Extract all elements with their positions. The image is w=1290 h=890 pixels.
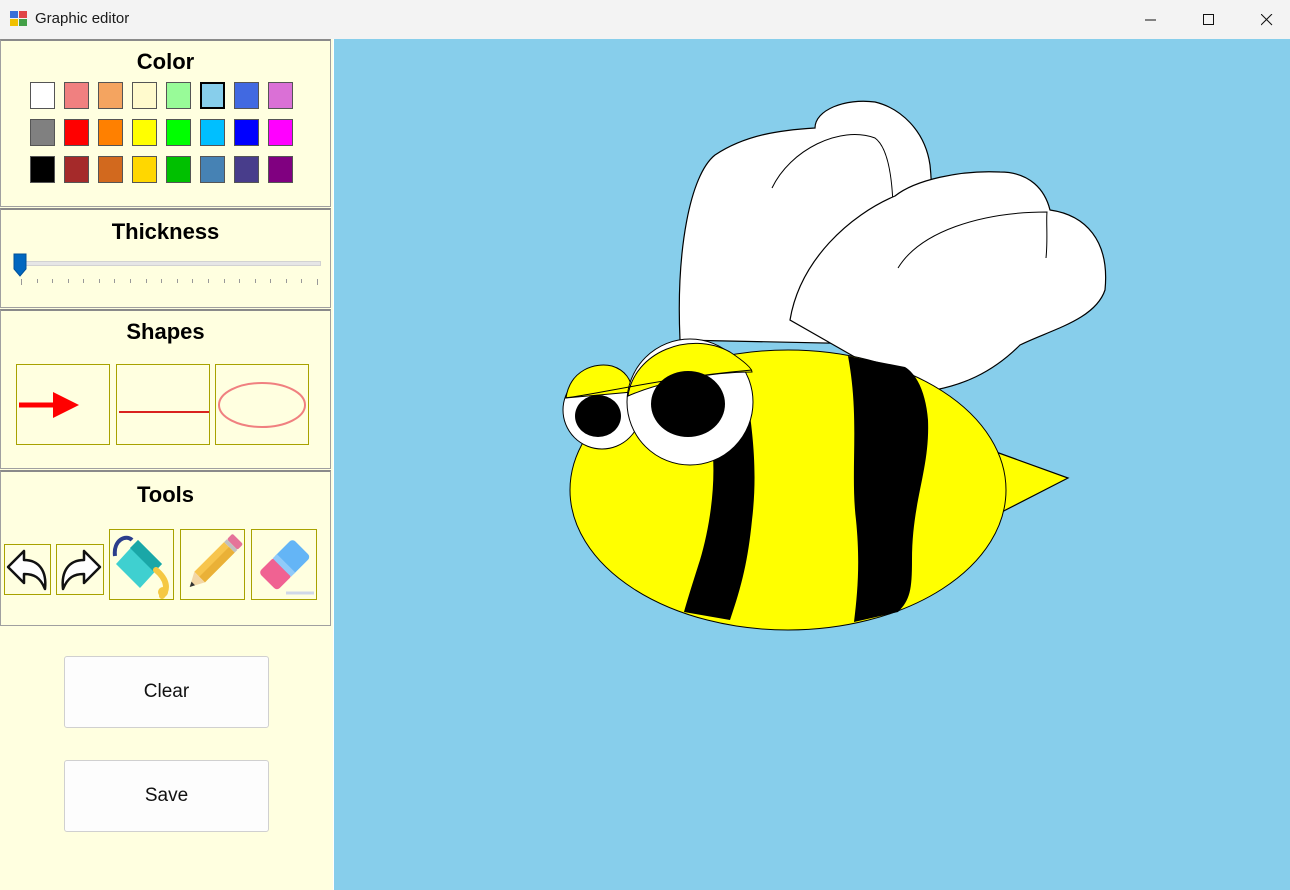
slider-tick xyxy=(52,279,53,283)
redo-icon xyxy=(61,549,102,591)
slider-tick xyxy=(239,279,240,283)
pencil-icon xyxy=(189,534,243,587)
color-swatch[interactable] xyxy=(200,82,225,109)
color-swatch[interactable] xyxy=(132,119,157,146)
color-swatch[interactable] xyxy=(234,119,259,146)
slider-tick xyxy=(83,279,84,283)
line-shape-icon xyxy=(119,411,209,413)
title-bar: Graphic editor xyxy=(0,0,1290,39)
shapes-group-title: Shapes xyxy=(126,319,205,344)
color-swatch[interactable] xyxy=(200,156,225,183)
eraser-tool-button[interactable] xyxy=(251,529,317,600)
color-swatch[interactable] xyxy=(64,119,89,146)
color-swatch[interactable] xyxy=(64,82,89,109)
eraser-icon xyxy=(260,540,314,595)
minimize-icon xyxy=(1145,19,1156,20)
slider-tick xyxy=(21,279,22,285)
slider-tick xyxy=(255,279,256,283)
ellipse-shape-button[interactable] xyxy=(215,364,309,445)
slider-tick xyxy=(146,279,147,283)
color-group-title: Color xyxy=(136,49,195,74)
slider-tick xyxy=(68,279,69,283)
color-swatch[interactable] xyxy=(268,82,293,109)
color-swatch[interactable] xyxy=(268,119,293,146)
color-swatch[interactable] xyxy=(30,156,55,183)
undo-button[interactable] xyxy=(4,544,51,595)
line-shape-button[interactable] xyxy=(116,364,210,445)
thickness-slider[interactable] xyxy=(19,261,321,266)
thickness-group: Thickness xyxy=(0,208,331,308)
maximize-icon xyxy=(1203,13,1214,25)
slider-tick xyxy=(99,279,100,283)
window-title: Graphic editor xyxy=(35,10,130,27)
arrow-shape-button[interactable] xyxy=(16,364,110,445)
color-swatch[interactable] xyxy=(30,119,55,146)
color-swatch[interactable] xyxy=(166,119,191,146)
ellipse-shape-icon xyxy=(218,382,306,428)
slider-tick xyxy=(208,279,209,283)
color-swatch[interactable] xyxy=(234,82,259,109)
slider-tick xyxy=(177,279,178,283)
color-swatch[interactable] xyxy=(132,82,157,109)
slider-tick xyxy=(270,279,271,283)
minimize-button[interactable] xyxy=(1122,0,1180,39)
color-swatch[interactable] xyxy=(132,156,157,183)
color-swatch[interactable] xyxy=(234,156,259,183)
close-icon xyxy=(1261,13,1273,25)
thickness-group-title: Thickness xyxy=(111,219,220,244)
app-icon xyxy=(10,11,27,26)
tool-panel: Color Thickness Shapes Tools Clear Save xyxy=(0,39,333,890)
color-group: Color xyxy=(0,39,331,207)
color-swatch[interactable] xyxy=(268,156,293,183)
color-swatch[interactable] xyxy=(98,156,123,183)
arrow-shape-icon xyxy=(19,392,79,418)
redo-button[interactable] xyxy=(56,544,104,595)
close-button[interactable] xyxy=(1238,0,1290,39)
paint-bucket-icon xyxy=(112,535,169,599)
tools-group-title: Tools xyxy=(136,482,195,507)
pencil-tool-button[interactable] xyxy=(180,529,245,600)
slider-tick xyxy=(114,279,115,283)
clear-button[interactable]: Clear xyxy=(64,656,269,728)
undo-icon xyxy=(6,549,47,591)
color-swatch[interactable] xyxy=(30,82,55,109)
slider-tick xyxy=(301,279,302,283)
color-swatch[interactable] xyxy=(200,119,225,146)
slider-tick xyxy=(317,279,318,285)
color-swatch[interactable] xyxy=(166,82,191,109)
color-swatch[interactable] xyxy=(98,119,123,146)
slider-tick xyxy=(286,279,287,283)
thickness-slider-thumb[interactable] xyxy=(13,253,27,277)
bee-drawing xyxy=(562,100,1107,631)
color-swatch[interactable] xyxy=(166,156,191,183)
color-swatch[interactable] xyxy=(98,82,123,109)
drawing-canvas[interactable] xyxy=(334,39,1290,890)
slider-tick xyxy=(161,279,162,283)
color-swatch[interactable] xyxy=(64,156,89,183)
slider-tick xyxy=(224,279,225,283)
fill-tool-button[interactable] xyxy=(109,529,174,600)
slider-tick xyxy=(192,279,193,283)
maximize-button[interactable] xyxy=(1180,0,1238,39)
save-button[interactable]: Save xyxy=(64,760,269,832)
slider-tick xyxy=(130,279,131,283)
slider-tick xyxy=(37,279,38,283)
